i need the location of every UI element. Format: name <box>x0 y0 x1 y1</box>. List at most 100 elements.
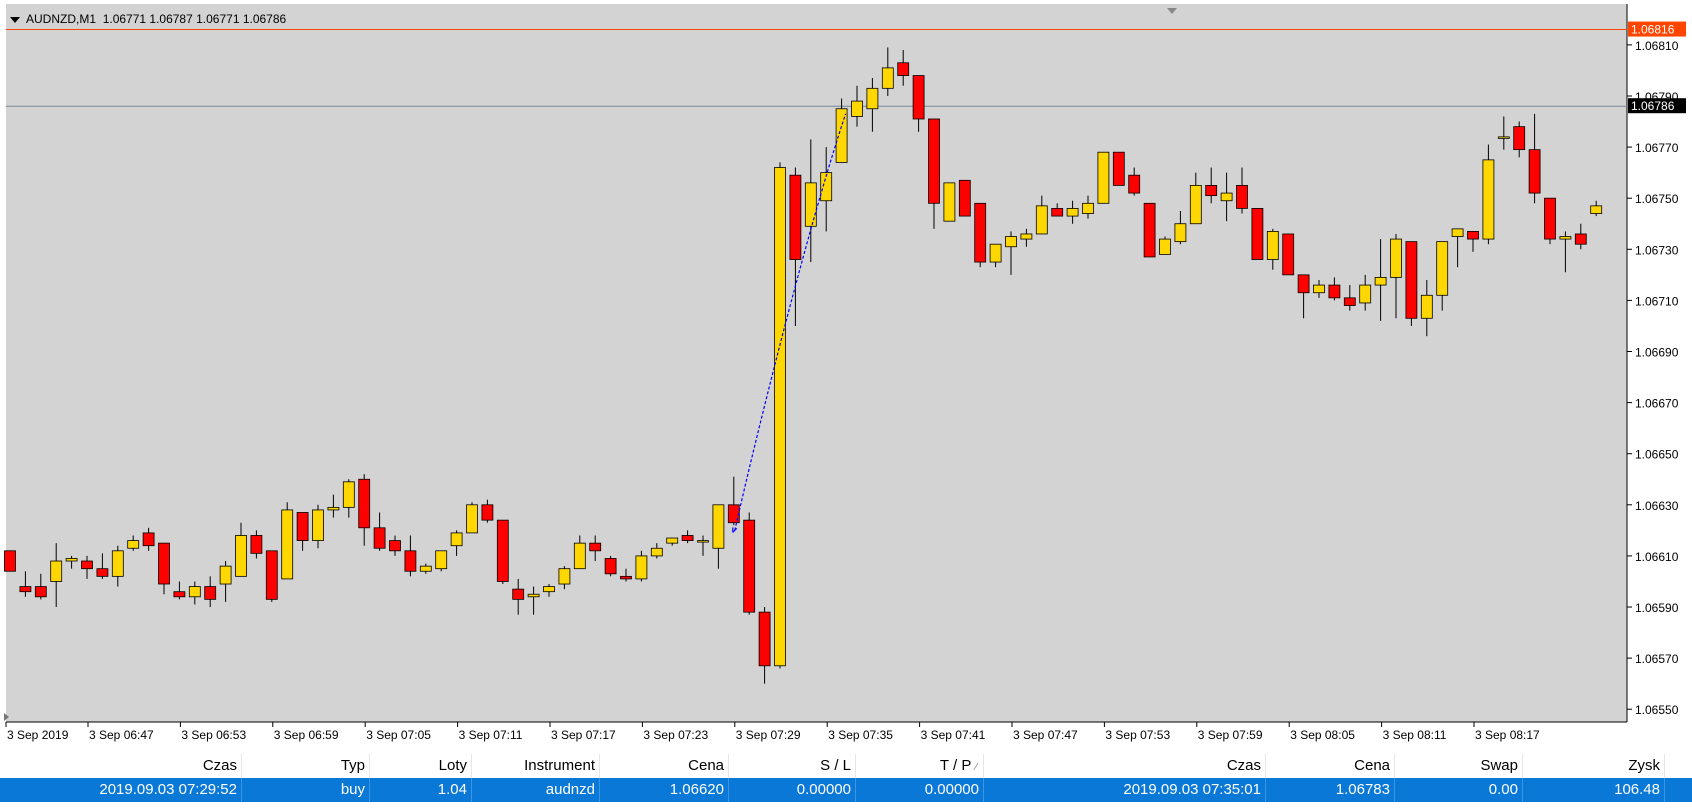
x-tick-label: 3 Sep 07:53 <box>1105 728 1170 742</box>
candle-body <box>1112 151 1125 186</box>
candle-body <box>943 182 956 222</box>
candle-body <box>1051 208 1064 217</box>
candle-body <box>1328 284 1341 299</box>
x-tick-label: 3 Sep 08:05 <box>1290 728 1355 742</box>
candle-body <box>1513 126 1526 151</box>
candle-body <box>558 568 571 585</box>
candle-body <box>34 586 47 598</box>
candle <box>943 182 956 222</box>
candle-body <box>1390 238 1402 278</box>
candle-body <box>296 512 309 541</box>
candle <box>4 550 16 572</box>
x-tick-label: 3 Sep 07:17 <box>551 728 616 742</box>
candle-body <box>774 167 786 667</box>
y-tick-label: 1.06610 <box>1635 550 1679 564</box>
cell-swap: 0.00 <box>1395 778 1523 802</box>
candle-body <box>450 532 463 547</box>
candle-body <box>373 527 386 549</box>
cell-time-open: 2019.09.03 07:29:52 <box>0 778 242 802</box>
x-tick-label: 3 Sep 08:11 <box>1383 728 1447 742</box>
candle <box>1482 144 1495 245</box>
col-swap[interactable]: Swap <box>1395 754 1523 778</box>
candle-body <box>389 540 401 552</box>
candle-body <box>250 535 263 554</box>
y-tick-label: 1.06550 <box>1635 703 1679 717</box>
col-time-close[interactable]: Czas <box>984 754 1266 778</box>
candle-body <box>235 535 247 577</box>
plot-area[interactable] <box>6 4 1627 722</box>
candle-body <box>928 118 940 204</box>
price-chart[interactable]: 1.068101.067901.067701.067501.067301.067… <box>0 0 1692 752</box>
candle-body <box>281 509 294 580</box>
col-sl[interactable]: S / L <box>729 754 856 778</box>
candle-body <box>543 586 555 593</box>
candle <box>466 502 478 534</box>
y-tick-label: 1.06710 <box>1635 294 1679 308</box>
candle-body <box>1082 202 1094 214</box>
candle-body <box>481 504 494 521</box>
col-time-open[interactable]: Czas <box>0 754 242 778</box>
col-lots[interactable]: Loty <box>370 754 472 778</box>
col-tp[interactable]: T / P ⁄ <box>856 754 984 778</box>
candle <box>265 550 278 602</box>
y-tick-label: 1.06630 <box>1635 499 1679 513</box>
candle-body <box>989 243 1002 263</box>
col-tp-label: T / P <box>939 757 972 774</box>
candle-body <box>1590 205 1603 214</box>
candle-body <box>496 519 509 582</box>
candle-body <box>1097 151 1110 204</box>
candle-body <box>419 565 432 572</box>
cell-price-open: 1.06620 <box>600 778 729 802</box>
y-tick-label: 1.06810 <box>1635 39 1679 53</box>
candle-body <box>1174 223 1187 243</box>
ask-price-label: 1.06816 <box>1631 23 1675 37</box>
y-tick-label: 1.06650 <box>1635 448 1679 462</box>
y-tick-label: 1.06770 <box>1635 141 1679 155</box>
col-instrument[interactable]: Instrument <box>472 754 600 778</box>
candle-body <box>1159 238 1171 255</box>
col-price-close[interactable]: Cena <box>1266 754 1395 778</box>
candle-body <box>851 100 863 117</box>
x-tick-label: 3 Sep 06:59 <box>274 728 339 742</box>
candle-body <box>358 478 371 529</box>
candle-body <box>712 504 725 549</box>
candle-body <box>650 547 663 557</box>
y-tick-label: 1.06750 <box>1635 192 1679 206</box>
candle-body <box>1420 294 1433 319</box>
y-tick-label: 1.06690 <box>1635 346 1679 360</box>
candle-body <box>173 591 186 598</box>
col-type[interactable]: Typ <box>242 754 370 778</box>
table-row[interactable]: 2019.09.03 07:29:52 buy 1.04 audnzd 1.06… <box>0 778 1692 802</box>
candle-body <box>804 182 817 227</box>
x-tick-label: 3 Sep 06:47 <box>89 728 154 742</box>
cell-lots: 1.04 <box>370 778 472 802</box>
terminal-header-row: Czas Typ Loty Instrument Cena S / L T / … <box>0 754 1692 778</box>
candle-body <box>1066 208 1079 217</box>
x-tick-label: 3 Sep 2019 <box>7 728 69 742</box>
candle-body <box>1251 208 1264 260</box>
candle-body <box>604 558 617 575</box>
candle-body <box>1313 284 1325 294</box>
candle-body <box>1020 233 1033 240</box>
candle <box>743 512 756 615</box>
x-tick-label: 3 Sep 07:05 <box>366 728 431 742</box>
col-price-open[interactable]: Cena <box>600 754 729 778</box>
chart-menu-icon[interactable] <box>10 16 20 23</box>
candle-body <box>404 550 417 572</box>
candle-body <box>127 540 140 549</box>
candle-body <box>835 108 848 163</box>
candle-body <box>1297 274 1310 294</box>
candle <box>1097 151 1110 204</box>
x-tick-label: 3 Sep 07:59 <box>1198 728 1263 742</box>
x-tick-label: 3 Sep 08:17 <box>1475 728 1540 742</box>
cell-type: buy <box>242 778 370 802</box>
chart-symbol: AUDNZD,M1 <box>26 12 97 26</box>
col-profit[interactable]: Zysk <box>1523 754 1665 778</box>
candle-body <box>697 540 709 543</box>
candle-body <box>50 560 63 582</box>
candle-body <box>65 558 78 562</box>
x-tick-label: 3 Sep 07:41 <box>921 728 986 742</box>
candle-body <box>435 550 448 570</box>
y-tick-label: 1.06570 <box>1635 652 1679 666</box>
candle-body <box>1559 236 1572 240</box>
